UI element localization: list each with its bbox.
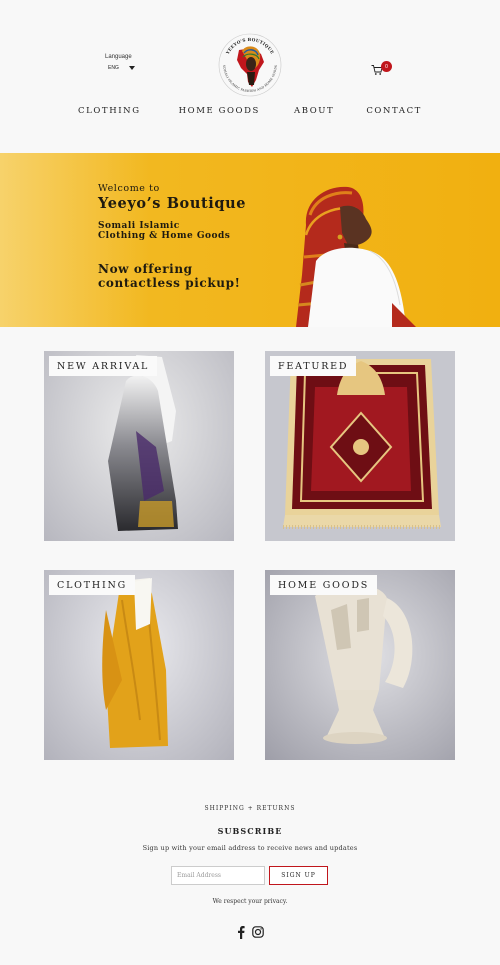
language-label: Language	[105, 54, 132, 60]
prayer-rug-image	[283, 359, 441, 529]
sign-up-button[interactable]: SIGN UP	[269, 866, 328, 885]
privacy-note: We respect your privacy.	[212, 898, 288, 905]
tile-label-featured: FEATURED	[270, 356, 357, 376]
hero-model-image	[296, 186, 416, 327]
language-value: ENG	[108, 65, 119, 71]
hero-offer-line2: contactless pickup!	[98, 276, 241, 290]
hero-welcome: Welcome to	[98, 183, 160, 194]
email-field[interactable]	[171, 866, 265, 885]
boutique-logo[interactable]: YEEYO'S BOUTIQUE SOMALI ISLAMIC FASHION …	[217, 30, 283, 100]
subscribe-description: Sign up with your email address to recei…	[142, 844, 358, 852]
hero-text: Welcome to Yeeyo’s Boutique Somali Islam…	[98, 183, 246, 290]
tile-clothing[interactable]: CLOTHING	[44, 570, 234, 760]
hero-subtitle-line2: Clothing & Home Goods	[98, 231, 231, 241]
nav-clothing[interactable]: CLOTHING	[66, 106, 153, 116]
nav-about[interactable]: ABOUT	[272, 106, 346, 116]
tile-label-new-arrival: NEW ARRIVAL	[49, 356, 158, 376]
shipping-returns-link[interactable]: SHIPPING + RETURNS	[0, 805, 500, 812]
tile-home-goods[interactable]: HOME GOODS	[265, 570, 455, 760]
tile-label-clothing: CLOTHING	[49, 575, 136, 595]
hero-title: Yeeyo’s Boutique	[98, 195, 247, 212]
hero-offer-line1: Now offering	[98, 262, 193, 276]
nav-home-goods[interactable]: HOME GOODS	[153, 106, 272, 116]
cart-button[interactable]: 0	[371, 60, 395, 76]
nav-contact[interactable]: CONTACT	[346, 106, 434, 116]
cart-count-badge: 0	[381, 61, 392, 72]
facebook-icon[interactable]	[236, 925, 246, 939]
incense-burner-image	[315, 584, 413, 744]
tile-new-arrival[interactable]: NEW ARRIVAL	[44, 351, 234, 541]
main-nav: CLOTHING HOME GOODS ABOUT CONTACT	[0, 106, 500, 116]
subscribe-heading: SUBSCRIBE	[217, 826, 283, 836]
tile-label-home-goods: HOME GOODS	[270, 575, 378, 595]
hero-subtitle-line1: Somali Islamic	[98, 221, 180, 231]
instagram-icon[interactable]	[252, 926, 264, 938]
hero-banner	[0, 153, 500, 327]
caret-down-icon	[128, 66, 135, 70]
tile-featured[interactable]: FEATURED	[265, 351, 455, 541]
new-arrival-dress-image	[108, 355, 178, 531]
language-select[interactable]: ENG	[108, 65, 135, 71]
clothing-dress-image	[102, 578, 168, 748]
